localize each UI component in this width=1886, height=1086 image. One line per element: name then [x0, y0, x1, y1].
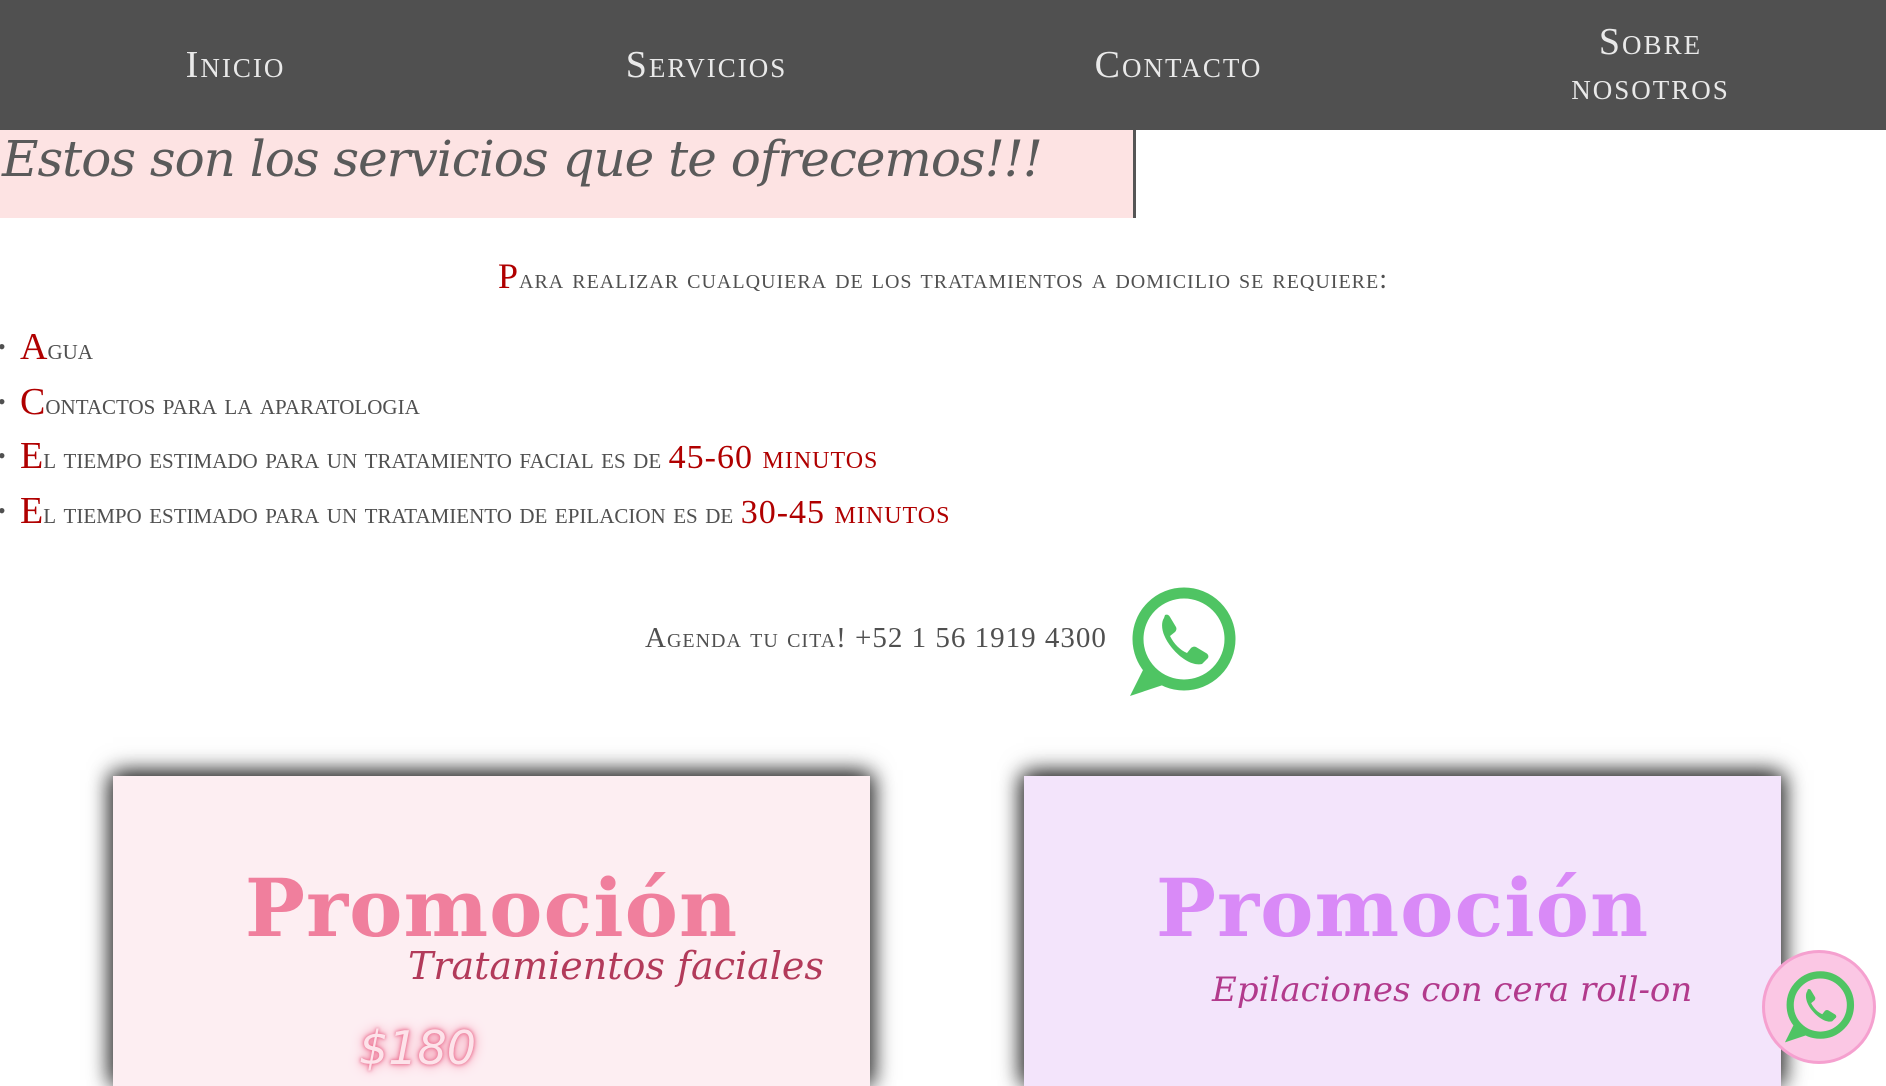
list-item-text: l tiempo estimado para un tratamiento fa… [43, 442, 669, 475]
nav-item-label: Contacto [1094, 43, 1263, 86]
promo-price: $180 [359, 1021, 477, 1075]
list-item-text: gua [47, 333, 93, 366]
requirements-heading: Para realizar cualquiera de los tratamie… [0, 255, 1886, 297]
nav-item-label-line2: nosotros [1571, 66, 1730, 108]
whatsapp-icon[interactable] [1124, 584, 1240, 700]
whatsapp-float-button[interactable] [1762, 950, 1876, 1064]
nav-item-label: Inicio [185, 43, 286, 86]
list-item: Agua [0, 320, 950, 375]
requirements-heading-initial: P [497, 256, 520, 296]
nav-item-contacto[interactable]: Contacto [943, 0, 1414, 130]
nav-item-sobre-nosotros[interactable]: Sobre nosotros [1415, 0, 1886, 130]
top-nav: Inicio Servicios Contacto Sobre nosotros [0, 0, 1886, 130]
nav-item-inicio[interactable]: Inicio [0, 0, 471, 130]
agenda-text: Agenda tu cita! +52 1 56 1919 4300 [645, 622, 1107, 654]
requirements-heading-text: ara realizar cualquiera de los tratamien… [519, 264, 1389, 295]
list-item-text: l tiempo estimado para un tratamiento de… [43, 496, 741, 530]
list-item-initial: E [20, 489, 44, 532]
nav-item-label-line1: Sobre [1598, 21, 1703, 63]
nav-item-label: Servicios [625, 43, 788, 86]
list-item-initial: C [20, 380, 46, 423]
whatsapp-icon [1784, 971, 1855, 1043]
list-item-initial: A [20, 326, 48, 368]
nav-item-servicios[interactable]: Servicios [471, 0, 942, 130]
hero-title: Estos son los servicios que te ofrecemos… [2, 130, 1043, 188]
hero-banner: Estos son los servicios que te ofrecemos… [0, 130, 1136, 218]
list-item: El tiempo estimado para un tratamiento d… [0, 484, 950, 539]
promo-subtitle: Epilaciones con cera roll-on [1212, 970, 1693, 1010]
requirements-list: Agua Contactos para la aparatologia El t… [0, 320, 950, 538]
list-item-highlight: 30-45 minutos [740, 493, 951, 531]
promo-title: Promoción [1155, 861, 1650, 955]
promo-card-epilation[interactable]: Promoción Epilaciones con cera roll-on [1024, 776, 1781, 1086]
list-item-highlight: 45-60 minutos [668, 439, 879, 476]
promo-subtitle: Tratamientos faciales [408, 944, 824, 988]
promo-title: Promoción [244, 861, 739, 955]
promo-card-facial[interactable]: Promoción Tratamientos faciales $180 [113, 776, 870, 1086]
list-item: Contactos para la aparatologia [0, 375, 950, 430]
list-item: El tiempo estimado para un tratamiento f… [0, 429, 950, 484]
list-item-initial: E [20, 435, 44, 477]
list-item-text: ontactos para la aparatologia [45, 387, 420, 421]
